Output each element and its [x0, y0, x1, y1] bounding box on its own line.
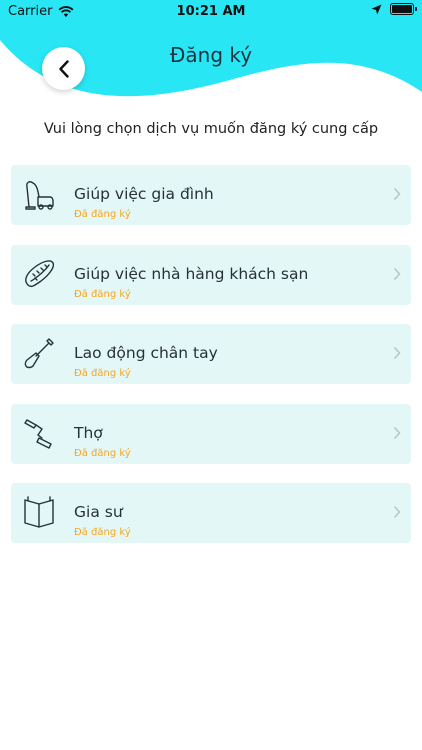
chevron-right-icon — [393, 426, 401, 439]
service-item-tutor[interactable]: Gia sư Đã đăng ký — [11, 483, 411, 543]
location-arrow-icon — [371, 4, 382, 14]
hotdog-icon — [25, 259, 55, 287]
status-bar: Carrier 10:21 AM — [0, 0, 422, 22]
chevron-right-icon — [393, 505, 401, 519]
page-subtitle: Vui lòng chọn dịch vụ muốn đăng ký cung … — [43, 121, 379, 137]
status-time: 10:21 AM — [176, 4, 246, 19]
chevron-right-icon — [393, 267, 401, 280]
service-status: Đã đăng ký — [74, 447, 131, 459]
service-status: Đã đăng ký — [74, 288, 131, 300]
service-item-manual-labor[interactable]: Lao động chân tay Đã đăng ký — [11, 324, 411, 384]
service-status: Đã đăng ký — [74, 209, 131, 220]
shovel-icon — [24, 338, 54, 369]
service-item-hotel-restaurant[interactable]: Giúp việc nhà hàng khách sạn Đã đăng ký — [11, 244, 411, 305]
chevron-right-icon — [393, 346, 401, 360]
service-item-housekeeping[interactable]: Giúp việc gia đình Đã đăng ký — [11, 165, 411, 225]
service-item-craftsman[interactable]: Thợ Đã đăng ký — [11, 403, 411, 464]
book-icon — [24, 496, 54, 528]
service-name: Lao động chân tay — [74, 344, 218, 362]
service-name: Giúp việc nhà hàng khách sạn — [74, 264, 309, 283]
chevron-right-icon — [393, 187, 401, 201]
page-title: Đăng ký — [169, 43, 253, 67]
service-list: Giúp việc gia đình Đã đăng ký Giúp việc … — [11, 165, 411, 563]
service-status: Đã đăng ký — [74, 527, 131, 538]
service-status: Đã đăng ký — [74, 368, 131, 379]
service-name: Giúp việc gia đình — [74, 185, 214, 203]
battery-icon — [390, 3, 417, 15]
service-name: Gia sư — [74, 503, 123, 521]
paint-roller-icon — [24, 418, 52, 449]
service-name: Thợ — [74, 423, 103, 442]
vacuum-cleaner-icon — [25, 181, 54, 210]
